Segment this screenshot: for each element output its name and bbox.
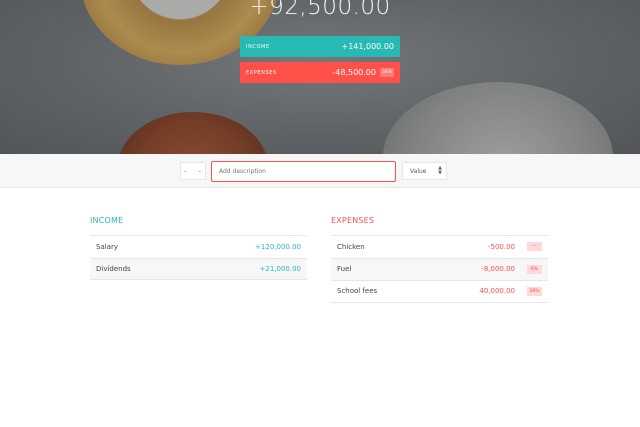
list-item[interactable]: Fuel -8,000.00 6%	[331, 257, 548, 280]
item-value: +120,000.00	[255, 242, 301, 251]
value-input[interactable]: Value ▲ ▼	[402, 162, 447, 180]
budget-balance: +92,500.00	[249, 0, 391, 20]
item-value: 40,000.00	[479, 287, 515, 296]
stepper-icon[interactable]: ▲ ▼	[438, 166, 442, 176]
item-description: School fees	[337, 287, 378, 296]
hero-header: +92,500.00 INCOME +141,000.00 EXPENSES -…	[0, 0, 640, 154]
list-item[interactable]: Chicken -500.00 ---	[331, 235, 548, 258]
list-item[interactable]: Salary +120,000.00	[90, 235, 307, 258]
chevron-down-icon: ⌄	[197, 168, 202, 174]
expenses-summary-value: -48,500.00	[332, 68, 376, 77]
expenses-summary-label: EXPENSES	[246, 69, 277, 76]
item-percentage-badge: 28%	[527, 286, 542, 296]
income-summary: INCOME +141,000.00	[240, 36, 400, 57]
expenses-summary-percentage: 34%	[379, 68, 394, 77]
expenses-list-title: EXPENSES	[331, 216, 375, 225]
item-value: +21,000.00	[259, 264, 302, 273]
item-description: Fuel	[337, 265, 352, 274]
item-description: Salary	[96, 242, 118, 251]
expenses-list: EXPENSES Chicken -500.00 --- Fuel -8,000…	[331, 216, 548, 303]
type-select-value: -	[184, 167, 187, 175]
type-select[interactable]: - ⌄	[180, 162, 206, 180]
income-summary-label: INCOME	[246, 43, 270, 50]
item-percentage-badge: 6%	[527, 264, 542, 274]
description-input[interactable]	[211, 161, 396, 182]
income-summary-value: +141,000.00	[341, 42, 394, 51]
value-input-placeholder: Value	[410, 167, 427, 175]
list-item[interactable]: School fees 40,000.00 28%	[331, 280, 548, 303]
income-list: INCOME Salary +120,000.00 Dividends +21,…	[90, 216, 307, 280]
income-list-title: INCOME	[90, 216, 124, 225]
item-description: Chicken	[337, 242, 365, 251]
item-description: Dividends	[96, 264, 131, 273]
item-percentage-badge: ---	[527, 242, 542, 252]
expenses-summary: EXPENSES -48,500.00 34%	[240, 62, 400, 83]
list-item[interactable]: Dividends +21,000.00	[90, 257, 307, 280]
item-value: -500.00	[487, 242, 515, 251]
item-value: -8,000.00	[481, 265, 515, 274]
add-item-bar: - ⌄ Value ▲▼	[0, 154, 640, 188]
